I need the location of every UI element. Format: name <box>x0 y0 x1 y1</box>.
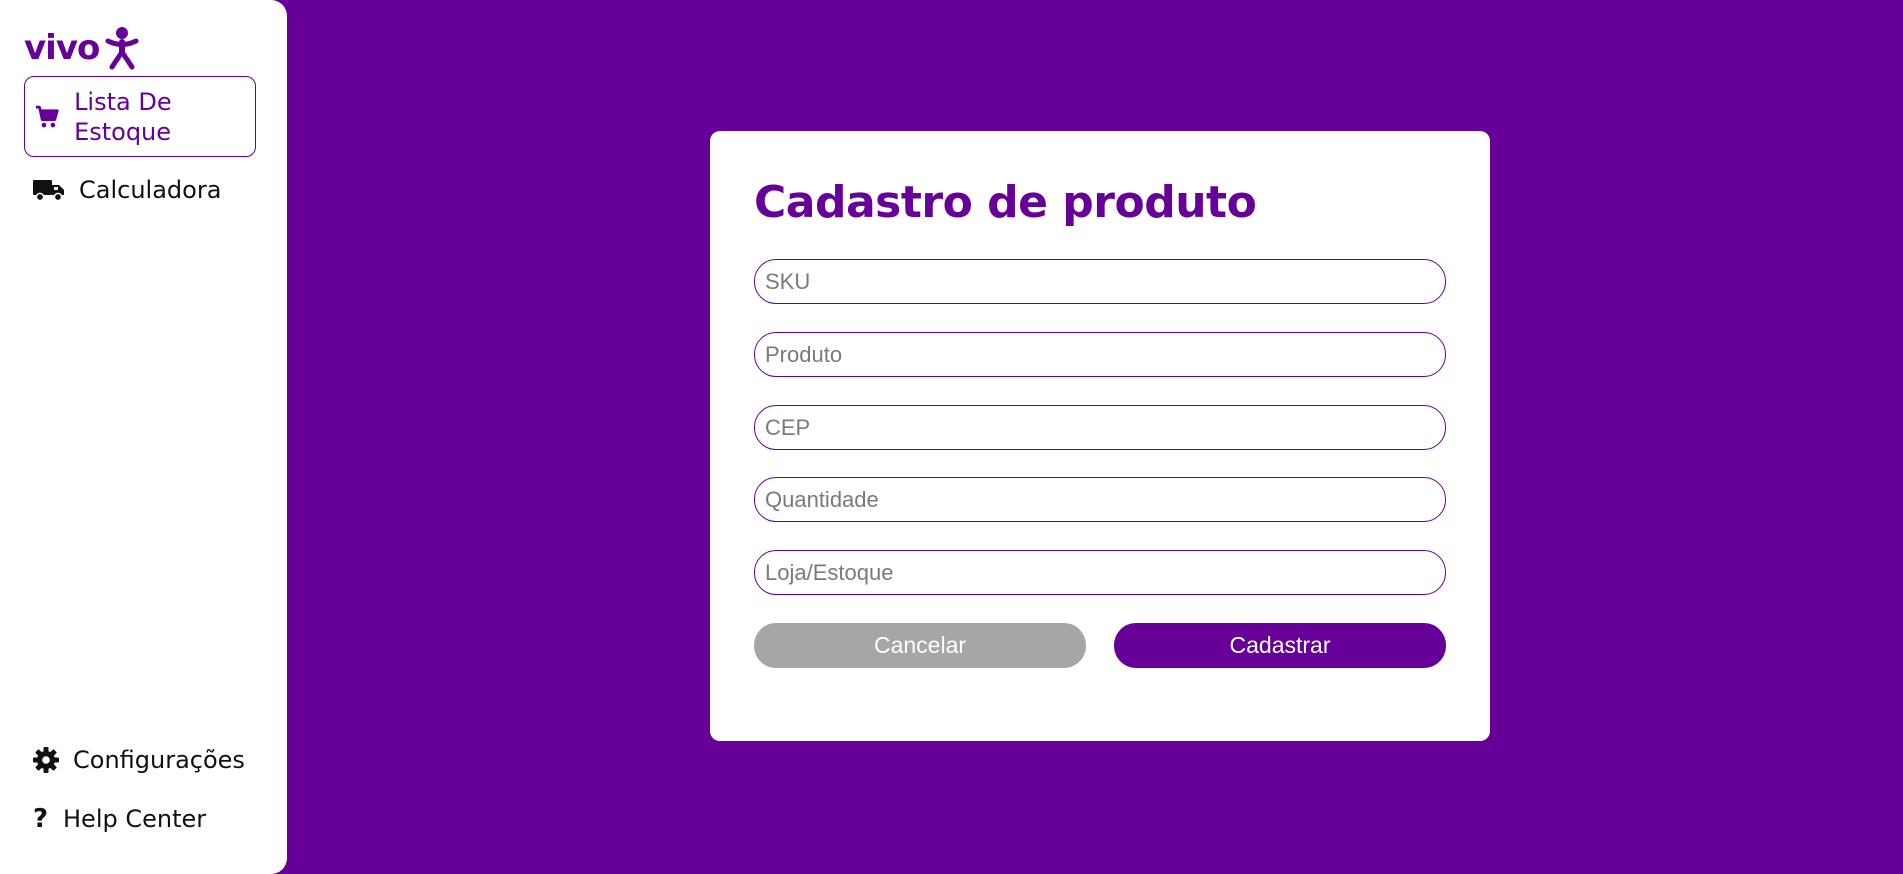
vivo-figure-icon <box>105 27 139 70</box>
sidebar-item-lista-de-estoque[interactable]: Lista De Estoque <box>24 76 256 157</box>
question-icon: ? <box>33 804 49 834</box>
sidebar: vivo Lista De Estoque Calculadora Config… <box>0 0 287 874</box>
gear-icon <box>33 747 59 773</box>
sidebar-item-label: Configurações <box>73 746 245 774</box>
sidebar-item-label: Calculadora <box>79 176 222 204</box>
cancel-button[interactable]: Cancelar <box>754 623 1086 668</box>
sidebar-item-label: Lista De Estoque <box>74 87 172 146</box>
page-title: Cadastro de produto <box>754 177 1257 228</box>
logo-text: vivo <box>24 28 100 68</box>
sidebar-item-configuracoes[interactable]: Configurações <box>33 746 245 774</box>
sku-input[interactable] <box>754 259 1446 304</box>
sidebar-item-calculadora[interactable]: Calculadora <box>33 176 221 204</box>
product-form-card: Cadastro de produto Cancelar Cadastrar <box>710 131 1490 741</box>
app-root: vivo Lista De Estoque Calculadora Config… <box>0 0 1903 874</box>
loja-estoque-input[interactable] <box>754 550 1446 595</box>
sidebar-item-help-center[interactable]: ? Help Center <box>33 804 206 834</box>
produto-input[interactable] <box>754 332 1446 377</box>
truck-icon <box>33 180 64 202</box>
cart-icon <box>35 105 59 127</box>
vivo-logo[interactable]: vivo <box>24 26 139 70</box>
submit-button[interactable]: Cadastrar <box>1114 623 1446 668</box>
quantidade-input[interactable] <box>754 477 1446 522</box>
cep-input[interactable] <box>754 405 1446 450</box>
sidebar-item-label: Help Center <box>63 805 207 833</box>
